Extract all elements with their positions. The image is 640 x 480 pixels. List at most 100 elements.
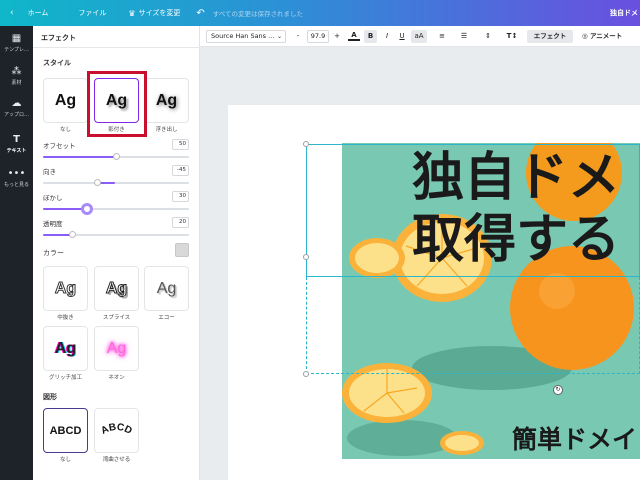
vertical-text-icon[interactable]: T↕ [505, 30, 519, 43]
curved-text-preview: ABCD [99, 421, 133, 436]
style-section-title: スタイル [43, 59, 71, 67]
italic-button[interactable]: I [382, 30, 392, 43]
animate-label: アニメート [589, 32, 623, 40]
save-status: すべての変更は保存されました [212, 10, 304, 18]
rail-item-text[interactable]: T テキスト [0, 134, 33, 154]
effect-preview: Ag [105, 279, 128, 297]
rail-item-label: 素材 [11, 80, 22, 86]
effect-echo-label: エコー [158, 315, 175, 321]
more-icon: ••• [7, 168, 26, 179]
effect-glitch-card[interactable]: Ag [43, 326, 88, 371]
crown-icon: ♛ [128, 8, 136, 18]
effect-splice-label: スプライス [102, 315, 131, 321]
top-bar: ‹ ホーム ファイル ♛ サイズを変更 ↶ すべての変更は保存されました 独自ドメ [0, 0, 640, 26]
design-title[interactable]: 独自ドメ [610, 0, 638, 26]
shape-preview: ABCD [99, 421, 133, 436]
case-button[interactable]: aA [411, 30, 427, 43]
effect-neon-label: ネオン [108, 375, 125, 381]
template-icon: ▦ [11, 33, 22, 44]
direction-value[interactable]: -45 [172, 165, 189, 176]
opacity-value[interactable]: 20 [172, 217, 189, 228]
resize-handle[interactable] [303, 371, 309, 377]
effect-preview: Ag [54, 339, 77, 357]
offset-slider-thumb[interactable] [112, 153, 120, 160]
opacity-slider-fill [43, 234, 73, 236]
align-left-icon[interactable]: ≡ [436, 30, 448, 43]
svg-text:ABCD: ABCD [99, 421, 133, 436]
direction-slider[interactable] [43, 179, 189, 186]
bold-button[interactable]: B [364, 30, 377, 43]
blur-label: ぼかし [43, 194, 63, 202]
canvas-title-line-1[interactable]: 独自ドメ [412, 148, 620, 208]
style-none-label: なし [59, 127, 71, 133]
offset-slider[interactable] [43, 153, 189, 160]
rail-item-label: テンプレ… [4, 47, 29, 53]
offset-value[interactable]: 50 [172, 139, 189, 150]
direction-slider-thumb[interactable] [93, 179, 101, 186]
effect-neon-card[interactable]: Ag [94, 326, 139, 371]
resize-handle[interactable] [303, 141, 309, 147]
blur-value[interactable]: 30 [172, 191, 189, 202]
style-shadow-label: 影付き [108, 127, 125, 133]
rail-item-label: テキスト [6, 148, 27, 154]
offset-label: オフセット [43, 142, 76, 150]
font-name: Source Han Sans ... [211, 32, 275, 40]
effect-glitch-label: グリッチ加工 [48, 375, 82, 381]
rail-item-templates[interactable]: ▦ テンプレ… [0, 33, 33, 53]
effect-splice-card[interactable]: Ag [94, 266, 139, 311]
style-preview: Ag [155, 91, 178, 109]
effect-echo-card[interactable]: Ag [144, 266, 189, 311]
resize-button[interactable]: ♛ サイズを変更 [122, 0, 186, 26]
resize-handle[interactable] [303, 254, 309, 260]
style-preview: Ag [105, 91, 128, 109]
animate-button[interactable]: ◎ アニメート [582, 30, 622, 43]
effect-preview: Ag [54, 279, 77, 297]
resize-label: サイズを変更 [138, 9, 181, 17]
rotate-icon[interactable]: ↻ [553, 385, 563, 395]
effect-preview: Ag [156, 279, 177, 297]
shadow-color-swatch[interactable] [175, 243, 189, 257]
panel-title: エフェクト [41, 34, 76, 42]
style-preview: Ag [54, 91, 77, 109]
blur-slider-thumb[interactable] [80, 203, 93, 215]
rail-item-elements[interactable]: ⁂ 素材 [0, 66, 33, 86]
list-icon[interactable]: ☰ [458, 30, 470, 43]
spacing-icon[interactable]: ⇕ [482, 30, 494, 43]
effect-preview: Ag [106, 339, 127, 357]
undo-icon[interactable]: ↶ [190, 0, 210, 26]
home-link[interactable]: ホーム [22, 0, 55, 26]
shape-none-label: なし [59, 457, 71, 463]
effect-hollow-card[interactable]: Ag [43, 266, 88, 311]
offset-slider-fill [43, 156, 116, 158]
elements-icon: ⁂ [11, 66, 22, 77]
opacity-slider-thumb[interactable] [68, 231, 76, 238]
rail-item-uploads[interactable]: ☁ アップロ… [0, 98, 33, 118]
font-size-input[interactable]: 97.9 [307, 30, 329, 43]
style-none-card[interactable]: Ag [43, 78, 88, 123]
shape-none-card[interactable]: ABCD [43, 408, 88, 453]
shape-curve-label: 湾曲させる [102, 457, 131, 463]
effect-hollow-label: 中抜き [57, 315, 74, 321]
underline-button[interactable]: U [397, 30, 407, 43]
shape-curve-card[interactable]: ABCD [94, 408, 139, 453]
upload-icon: ☁ [11, 98, 22, 109]
shape-preview: ABCD [49, 424, 82, 437]
rail-item-more[interactable]: ••• もっと見る [0, 168, 33, 188]
canvas-title-line-2[interactable]: 取得する [412, 210, 620, 270]
chevron-left-icon[interactable]: ‹ [4, 0, 20, 26]
font-family-select[interactable]: Source Han Sans ... ⌄ [206, 30, 286, 43]
style-lift-card[interactable]: Ag [144, 78, 189, 123]
blur-slider[interactable] [43, 203, 189, 215]
rail-item-label: もっと見る [3, 182, 29, 188]
text-color-icon[interactable]: A [348, 30, 360, 41]
file-menu[interactable]: ファイル [72, 0, 112, 26]
canvas-subtitle[interactable]: 簡単ドメイ [512, 420, 637, 456]
font-size-decrease-button[interactable]: - [293, 30, 303, 43]
font-size-increase-button[interactable]: + [332, 30, 342, 43]
style-shadow-card[interactable]: Ag [94, 78, 139, 123]
opacity-slider[interactable] [43, 231, 189, 238]
direction-label: 向き [43, 168, 56, 176]
style-lift-label: 浮き出し [155, 127, 178, 133]
effect-button[interactable]: エフェクト [527, 30, 573, 43]
direction-slider-fill [98, 182, 116, 184]
